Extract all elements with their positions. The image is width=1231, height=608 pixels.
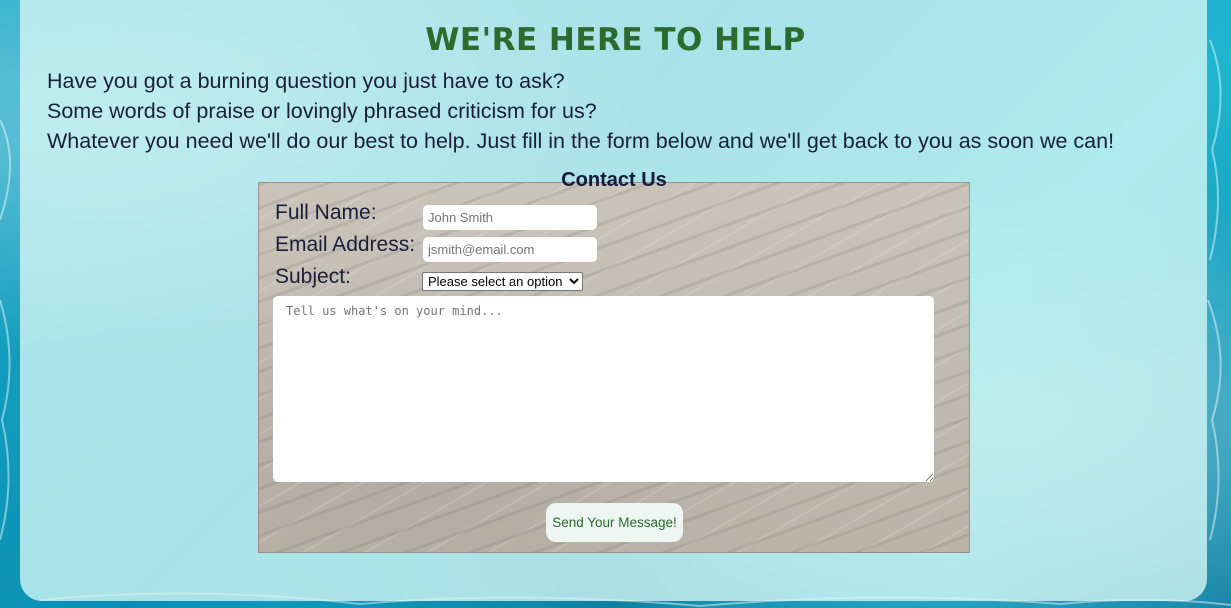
page-heading: WE'RE HERE TO HELP bbox=[425, 22, 806, 58]
intro-line-1: Have you got a burning question you just… bbox=[47, 69, 565, 93]
full-name-label: Full Name: bbox=[275, 201, 377, 224]
intro-text: Have you got a burning question you just… bbox=[47, 66, 1114, 156]
intro-line-2: Some words of praise or lovingly phrased… bbox=[47, 99, 597, 123]
message-textarea[interactable] bbox=[273, 296, 934, 482]
subject-label: Subject: bbox=[275, 265, 351, 288]
full-name-input[interactable] bbox=[423, 205, 597, 230]
subject-select[interactable]: Please select an option bbox=[422, 272, 583, 291]
email-label: Email Address: bbox=[275, 233, 416, 256]
email-input[interactable] bbox=[423, 237, 597, 262]
send-message-button[interactable]: Send Your Message! bbox=[546, 503, 683, 542]
intro-line-3: Whatever you need we'll do our best to h… bbox=[47, 129, 1115, 153]
contact-form: Full Name: Email Address: Subject: Pleas… bbox=[258, 182, 970, 553]
contact-form-title: Contact Us bbox=[561, 169, 667, 191]
